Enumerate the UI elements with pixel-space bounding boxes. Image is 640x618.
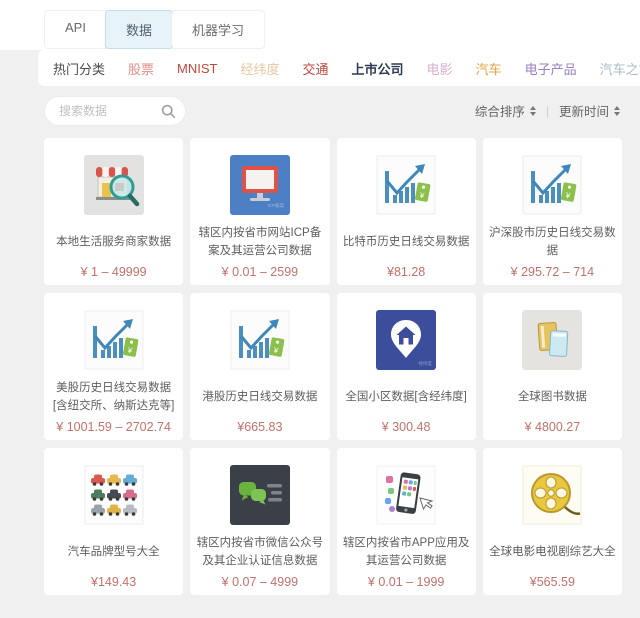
dataset-title: 本地生活服务商家数据	[44, 224, 183, 261]
category-item[interactable]: 汽车之家	[600, 59, 640, 78]
film-reel-icon	[522, 465, 582, 525]
dataset-title: 辖区内按省市微信公众号及其企业认证信息数据	[190, 534, 329, 571]
tab[interactable]: API	[45, 11, 106, 48]
svg-text:经纬度: 经纬度	[419, 360, 433, 367]
dataset-price: ¥149.43	[44, 575, 183, 589]
category-item[interactable]: 交通	[303, 59, 329, 78]
dataset-price: ¥ 0.07 – 4999	[190, 575, 329, 589]
wechat-chat-icon	[230, 465, 290, 525]
dataset-grid: 本地生活服务商家数据 ¥ 1 – 49999 ICP备案 辖区内按省市网站ICP…	[44, 138, 622, 595]
dataset-price: ¥ 1 – 49999	[44, 265, 183, 279]
dataset-title: 汽车品牌型号大全	[44, 534, 183, 571]
dataset-price: ¥ 300.48	[337, 420, 476, 434]
sort-separator: |	[546, 104, 549, 118]
sort-option-updated[interactable]: 更新时间	[559, 101, 620, 120]
stock-chart-icon: ¥	[376, 155, 436, 215]
dataset-title: 港股历史日线交易数据	[190, 379, 329, 416]
sort-arrows-icon	[614, 106, 620, 116]
dataset-title: 美股历史日线交易数据[含纽交所、纳斯达克等]	[44, 379, 183, 416]
category-item[interactable]: MNIST	[177, 61, 217, 76]
dataset-price: ¥ 295.72 – 714	[483, 265, 622, 279]
dataset-card[interactable]: 辖区内按省市微信公众号及其企业认证信息数据 ¥ 0.07 – 4999	[190, 448, 329, 595]
category-bar: 热门分类股票MNIST经纬度交通上市公司电影汽车电子产品汽车之家创业地图数据	[38, 50, 640, 86]
books-icon	[522, 310, 582, 370]
dataset-price: ¥ 0.01 – 2599	[190, 265, 329, 279]
category-item[interactable]: 经纬度	[240, 59, 279, 78]
dataset-title: 全球图书数据	[483, 379, 622, 416]
category-item[interactable]: 电影	[427, 59, 453, 78]
dataset-card[interactable]: ¥ 美股历史日线交易数据[含纽交所、纳斯达克等] ¥ 1001.59 – 270…	[44, 293, 183, 440]
cars-grid-icon	[84, 465, 144, 525]
tab[interactable]: 数据	[105, 10, 173, 49]
website-monitor-icon: ICP备案	[230, 155, 290, 215]
store-search-icon	[84, 155, 144, 215]
dataset-title: 全国小区数据[含经纬度]	[337, 379, 476, 416]
tab-group: API数据机器学习	[44, 10, 265, 49]
dataset-price: ¥ 1001.59 – 2702.74	[44, 420, 183, 434]
dataset-card[interactable]: 汽车品牌型号大全 ¥149.43	[44, 448, 183, 595]
phone-apps-icon	[376, 465, 436, 525]
category-item[interactable]: 股票	[128, 59, 154, 78]
dataset-card[interactable]: ICP备案 辖区内按省市网站ICP备案及其运营公司数据 ¥ 0.01 – 259…	[190, 138, 329, 285]
dataset-price: ¥81.28	[337, 265, 476, 279]
house-pin-icon: 经纬度	[376, 310, 436, 370]
dataset-title: 辖区内按省市APP应用及其运营公司数据	[337, 534, 476, 571]
dataset-price: ¥ 4800.27	[483, 420, 622, 434]
dataset-price: ¥665.83	[190, 420, 329, 434]
top-tab-bar: API数据机器学习	[0, 0, 640, 50]
search-icon[interactable]	[161, 104, 176, 119]
dataset-title: 全球电影电视剧综艺大全	[483, 534, 622, 571]
sort-option-label: 综合排序	[475, 101, 525, 120]
dataset-title: 比特币历史日线交易数据	[337, 224, 476, 261]
stock-chart-icon: ¥	[84, 310, 144, 370]
dataset-card[interactable]: ¥ 比特币历史日线交易数据 ¥81.28	[337, 138, 476, 285]
sort-option-composite[interactable]: 综合排序	[475, 101, 536, 120]
search-box	[44, 96, 186, 126]
dataset-card[interactable]: ¥ 沪深股市历史日线交易数据 ¥ 295.72 – 714	[483, 138, 622, 285]
svg-text:ICP备案: ICP备案	[267, 202, 284, 209]
dataset-card[interactable]: ¥ 港股历史日线交易数据 ¥665.83	[190, 293, 329, 440]
dataset-title: 辖区内按省市网站ICP备案及其运营公司数据	[190, 224, 329, 261]
content-area: 热门分类股票MNIST经纬度交通上市公司电影汽车电子产品汽车之家创业地图数据 综…	[0, 50, 640, 618]
stock-chart-icon: ¥	[230, 310, 290, 370]
stock-chart-icon: ¥	[522, 155, 582, 215]
dataset-card[interactable]: 本地生活服务商家数据 ¥ 1 – 49999	[44, 138, 183, 285]
category-item[interactable]: 热门分类	[53, 59, 105, 78]
category-item[interactable]: 电子产品	[525, 59, 577, 78]
sort-option-label: 更新时间	[559, 101, 609, 120]
dataset-card[interactable]: 全球图书数据 ¥ 4800.27	[483, 293, 622, 440]
dataset-title: 沪深股市历史日线交易数据	[483, 224, 622, 261]
dataset-card[interactable]: 辖区内按省市APP应用及其运营公司数据 ¥ 0.01 – 1999	[337, 448, 476, 595]
toolbar: 综合排序 | 更新时间	[0, 86, 640, 126]
category-item[interactable]: 上市公司	[352, 59, 404, 78]
dataset-card[interactable]: 经纬度 全国小区数据[含经纬度] ¥ 300.48	[337, 293, 476, 440]
sort-controls: 综合排序 | 更新时间	[475, 101, 620, 120]
dataset-price: ¥ 0.01 – 1999	[337, 575, 476, 589]
dataset-card[interactable]: 全球电影电视剧综艺大全 ¥565.59	[483, 448, 622, 595]
sort-arrows-icon	[530, 106, 536, 116]
tab[interactable]: 机器学习	[172, 11, 264, 48]
dataset-price: ¥565.59	[483, 575, 622, 589]
category-item[interactable]: 汽车	[476, 59, 502, 78]
